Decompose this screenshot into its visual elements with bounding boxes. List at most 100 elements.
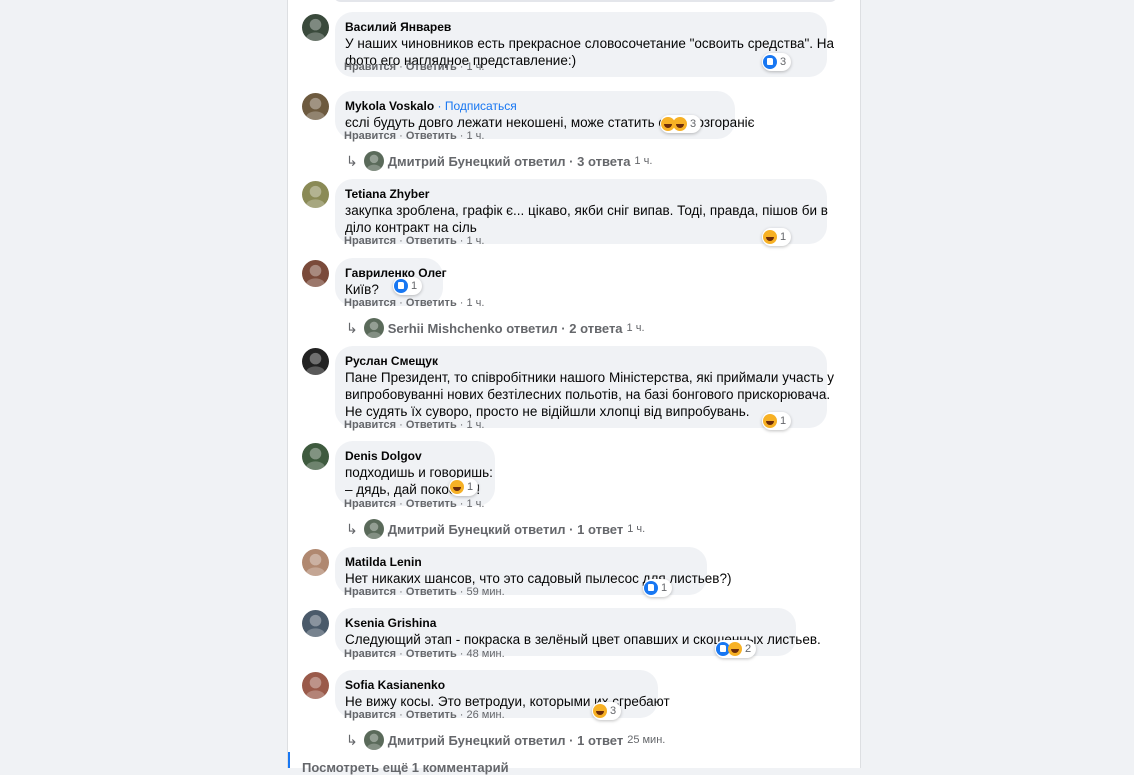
comment-text: Пане Президент, то співробітники нашого … [345,370,834,419]
comment-time[interactable]: 26 мин. [467,709,505,721]
reaction-count: 3 [690,118,697,130]
author-name[interactable]: Denis Dolgov [345,449,422,463]
comment-actions: Нравится · Ответить · 26 мин. [344,709,505,721]
reaction-summary[interactable]: 1 [643,579,673,597]
reply-button[interactable]: Ответить [406,130,457,142]
comment-author[interactable]: Denis Dolgov [345,448,483,464]
haha-reaction-icon [728,642,742,656]
reply-button[interactable]: Ответить [406,648,457,660]
avatar[interactable] [302,549,329,576]
avatar[interactable] [302,610,329,637]
comment-actions: Нравится · Ответить · 1 ч. [344,498,485,510]
reaction-summary[interactable]: 3 [592,702,622,720]
comments-panel: Василий Январев У наших чиновников есть п… [287,0,861,775]
comment-time[interactable]: 48 мин. [467,648,505,660]
comment-time[interactable]: 1 ч. [467,61,485,73]
view-replies-link[interactable]: ↳ Дмитрий Бунецкий ответил · 1 ответ 25 ми… [346,730,665,750]
haha-reaction-icon [450,480,464,494]
comment-time[interactable]: 1 ч. [467,235,485,247]
reaction-count: 1 [467,481,474,493]
reaction-summary[interactable]: 3 [762,53,792,71]
comment-author[interactable]: Василий Январев [345,19,815,35]
comment-actions: Нравится · Ответить · 48 мин. [344,648,505,660]
reaction-summary[interactable]: 1 [393,277,423,295]
author-name[interactable]: Ksenia Grishina [345,616,436,630]
avatar[interactable] [302,348,329,375]
comment-author[interactable]: Ksenia Grishina [345,615,784,631]
replies-summary[interactable]: Дмитрий Бунецкий ответил · 1 ответ [388,733,623,748]
avatar[interactable] [302,14,329,41]
reply-button[interactable]: Ответить [406,235,457,247]
reply-arrow-icon: ↳ [346,319,358,336]
comment-author[interactable]: Sofia Kasianenko [345,677,646,693]
reaction-summary[interactable]: 3 [660,115,702,133]
comment-author[interactable]: Руслан Смещук [345,353,815,369]
reply-button[interactable]: Ответить [406,61,457,73]
reaction-summary[interactable]: 1 [762,228,792,246]
comment-author[interactable]: Tetiana Zhyber [345,186,815,202]
reply-arrow-icon: ↳ [346,520,358,537]
view-replies-link[interactable]: ↳ Дмитрий Бунецкий ответил · 1 ответ 1 ч. [346,519,645,539]
like-button[interactable]: Нравится [344,498,396,510]
author-name[interactable]: Matilda Lenin [345,555,422,569]
reaction-summary[interactable]: 1 [762,412,792,430]
comment-time[interactable]: 59 мин. [467,586,505,598]
follow-link[interactable]: · Подписаться [434,99,516,113]
like-reaction-icon [763,55,777,69]
author-name[interactable]: Василий Январев [345,20,451,34]
comment-actions: Нравится · Ответить · 1 ч. [344,235,485,247]
comment-actions: Нравится · Ответить · 1 ч. [344,61,485,73]
reaction-count: 3 [610,705,617,717]
reply-arrow-icon: ↳ [346,152,358,169]
comment-author[interactable]: Mykola Voskalo · Подписаться [345,98,723,114]
replies-summary[interactable]: Serhii Mishchenko ответил · 2 ответа [388,321,623,336]
reaction-count: 1 [780,415,787,427]
author-name[interactable]: Sofia Kasianenko [345,678,445,692]
avatar[interactable] [302,443,329,470]
comment-author[interactable]: Matilda Lenin [345,554,695,570]
previous-comment-edge [333,0,838,2]
like-button[interactable]: Нравится [344,709,396,721]
like-button[interactable]: Нравится [344,61,396,73]
like-button[interactable]: Нравится [344,586,396,598]
haha-reaction-icon [763,414,777,428]
comment-time[interactable]: 1 ч. [467,419,485,431]
replies-summary[interactable]: Дмитрий Бунецкий ответил · 1 ответ [388,522,623,537]
author-name[interactable]: Tetiana Zhyber [345,187,429,201]
reaction-count: 2 [745,643,752,655]
like-button[interactable]: Нравится [344,648,396,660]
avatar[interactable] [302,260,329,287]
author-name[interactable]: Руслан Смещук [345,354,438,368]
reaction-count: 1 [411,280,418,292]
reply-button[interactable]: Ответить [406,709,457,721]
like-button[interactable]: Нравится [344,235,396,247]
avatar[interactable] [302,93,329,120]
reaction-count: 3 [780,56,787,68]
comment-time[interactable]: 1 ч. [467,297,485,309]
comment-time[interactable]: 1 ч. [467,498,485,510]
like-reaction-icon [644,581,658,595]
avatar [363,730,384,750]
reply-button[interactable]: Ответить [406,498,457,510]
avatar [363,151,384,171]
avatar[interactable] [302,672,329,699]
avatar [363,318,384,338]
author-name[interactable]: Mykola Voskalo [345,99,434,113]
like-button[interactable]: Нравится [344,130,396,142]
reply-button[interactable]: Ответить [406,419,457,431]
haha-reaction-icon [763,230,777,244]
like-button[interactable]: Нравится [344,297,396,309]
reaction-summary[interactable]: 1 [449,478,479,496]
comment-time[interactable]: 1 ч. [467,130,485,142]
reply-button[interactable]: Ответить [406,586,457,598]
like-button[interactable]: Нравится [344,419,396,431]
avatar[interactable] [302,181,329,208]
replies-time: 25 мин. [627,734,666,746]
reaction-summary[interactable]: 2 [715,640,757,658]
replies-summary[interactable]: Дмитрий Бунецкий ответил · 3 ответа [388,154,631,169]
comment-actions: Нравится · Ответить · 59 мин. [344,586,505,598]
comment-actions: Нравится · Ответить · 1 ч. [344,419,485,431]
view-replies-link[interactable]: ↳ Serhii Mishchenko ответил · 2 ответа 1 ч… [346,318,645,338]
reply-button[interactable]: Ответить [406,297,457,309]
view-replies-link[interactable]: ↳ Дмитрий Бунецкий ответил · 3 ответа 1 ч. [346,151,652,171]
